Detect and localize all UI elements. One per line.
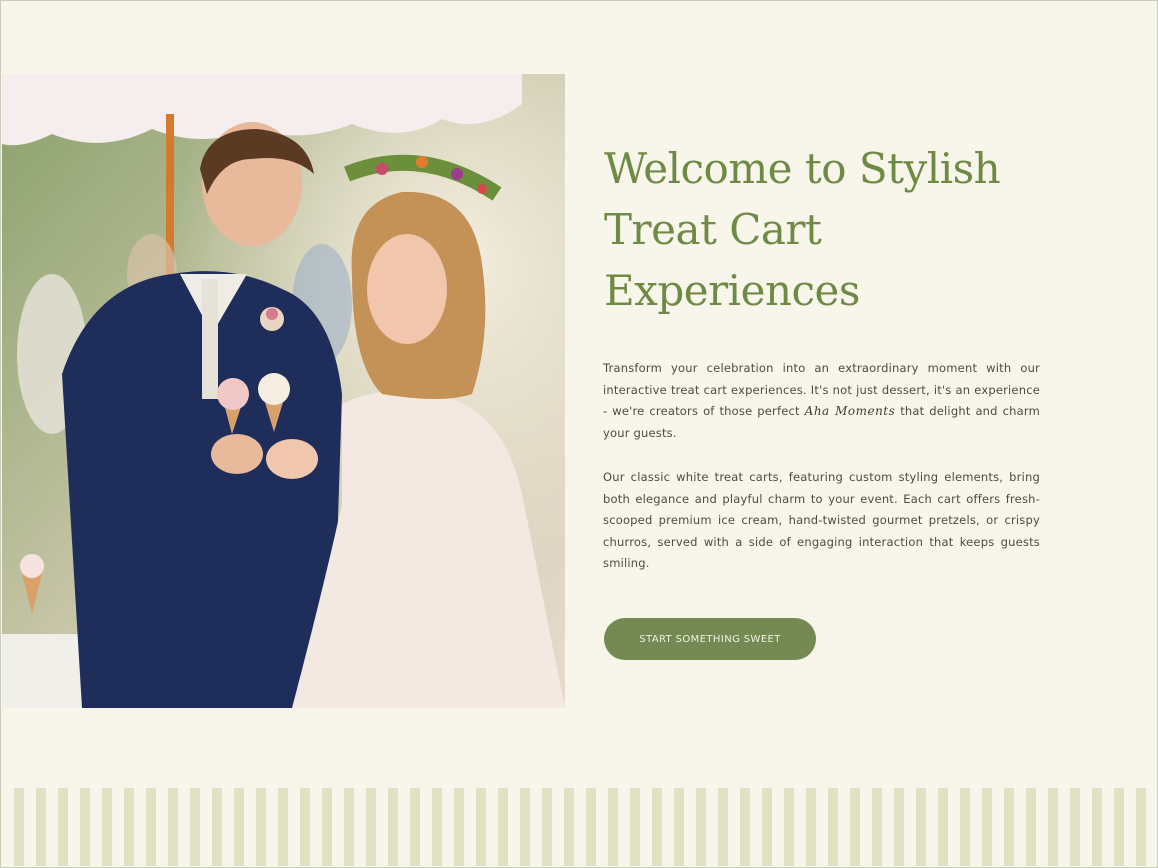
page-title: Welcome to Stylish Treat Cart Experience… [604,138,1024,321]
cart-description-paragraph: Our classic white treat carts, featuring… [603,470,1040,571]
aha-moments-script: Aha Moments [804,404,896,419]
title-line-1: Welcome to Stylish [604,144,1001,193]
striped-footer-band [2,788,1156,866]
title-line-2: Treat Cart [604,205,822,254]
title-line-3: Experiences [604,266,860,315]
couple-photo-illustration [2,74,565,708]
intro-paragraph: Transform your celebration into an extra… [603,358,1040,444]
hero-photo [2,74,565,708]
start-something-sweet-button[interactable]: START SOMETHING SWEET [604,618,816,660]
